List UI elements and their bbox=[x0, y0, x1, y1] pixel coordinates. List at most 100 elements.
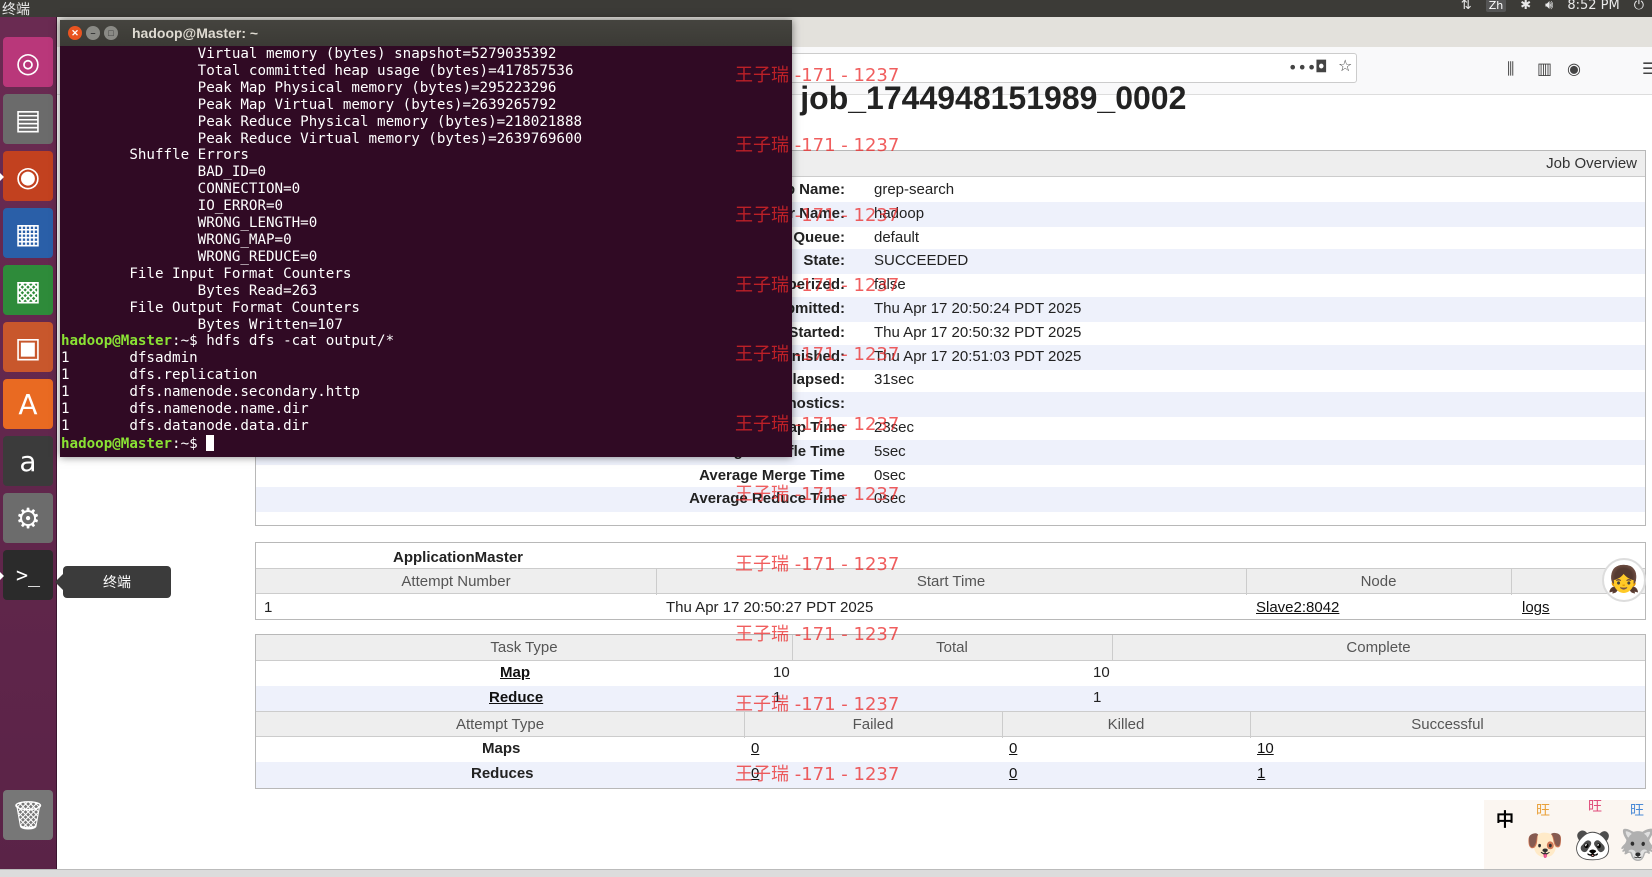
maximize-icon[interactable]: □ bbox=[104, 26, 118, 40]
launcher-ubuntu-button[interactable]: ◎ bbox=[3, 37, 53, 87]
pocket-icon[interactable]: ◘ bbox=[1315, 57, 1328, 76]
am-start-time: Thu Apr 17 20:50:27 PDT 2025 bbox=[666, 599, 874, 616]
terminal-line: BAD_ID=0 bbox=[61, 164, 266, 181]
launcher-terminal-button[interactable]: >_ bbox=[0, 550, 53, 600]
application-master-title: ApplicationMaster bbox=[393, 549, 524, 566]
maps-successful-link[interactable]: 10 bbox=[1257, 740, 1274, 757]
library-icon[interactable]: ⫼ bbox=[1507, 59, 1514, 79]
close-icon[interactable]: ✕ bbox=[68, 26, 82, 40]
terminal-command: hdfs dfs -cat output/* bbox=[206, 333, 395, 350]
terminal-prompt-line: hadoop@Master:~$ bbox=[61, 434, 792, 453]
clock[interactable]: 8:52 PM bbox=[1567, 0, 1619, 13]
terminal-icon: >_ bbox=[15, 563, 41, 587]
tasks-header-type: Task Type bbox=[490, 639, 558, 656]
reduces-killed-link[interactable]: 0 bbox=[1009, 765, 1017, 782]
attempt-type-maps: Maps bbox=[482, 740, 521, 757]
tasks-header-complete: Complete bbox=[1346, 639, 1411, 656]
menu-icon[interactable]: ☰ bbox=[1642, 59, 1652, 78]
task-row-map: Map 10 10 bbox=[256, 661, 1645, 686]
launcher-calc-button[interactable]: ▩ bbox=[3, 265, 53, 315]
terminal-line: Bytes Read=263 bbox=[61, 282, 318, 299]
account-icon[interactable]: ◉ bbox=[1567, 59, 1581, 78]
terminal-prompt-line: hadoop@Master:~$ hdfs dfs -cat output/* bbox=[61, 333, 792, 350]
bottom-status-bar bbox=[0, 869, 1652, 877]
decorative-sticker-image: 中 旺 旺 旺 🐶 🐼 🐺 bbox=[1484, 799, 1652, 872]
bookmark-star-icon[interactable]: ☆ bbox=[1338, 56, 1352, 75]
am-header-row: Attempt Number Start Time Node Logs bbox=[256, 568, 1645, 595]
launcher-trash-button[interactable]: 🗑 bbox=[3, 790, 53, 840]
terminal-output-line: 1 dfs.datanode.data.dir bbox=[61, 417, 309, 434]
am-logs-link[interactable]: logs bbox=[1522, 599, 1550, 616]
launcher-amazon-button[interactable]: a bbox=[3, 436, 53, 486]
software-center-icon: A bbox=[18, 387, 38, 421]
terminal-line: WRONG_LENGTH=0 bbox=[61, 215, 318, 232]
terminal-line: Peak Reduce Physical memory (bytes)=2180… bbox=[61, 113, 583, 130]
terminal-output-line: 1 dfsadmin bbox=[61, 350, 198, 367]
trash-icon: 🗑 bbox=[10, 798, 46, 832]
launcher-files-button[interactable]: ▤ bbox=[3, 94, 53, 144]
attempts-header-type: Attempt Type bbox=[455, 716, 545, 733]
terminal-line: WRONG_REDUCE=0 bbox=[61, 248, 318, 265]
bluetooth-icon[interactable]: ✱ bbox=[1520, 0, 1531, 13]
writer-icon: ▦ bbox=[14, 216, 42, 250]
input-method-indicator[interactable]: Zh bbox=[1485, 0, 1507, 12]
task-type-map-link[interactable]: Map bbox=[500, 664, 530, 681]
overview-value: 0sec bbox=[874, 490, 906, 508]
overview-key: Average Merge Time bbox=[699, 466, 845, 484]
maps-failed-link[interactable]: 0 bbox=[751, 740, 759, 757]
attempts-header-successful: Successful bbox=[1411, 716, 1484, 733]
terminal-line: Peak Reduce Virtual memory (bytes)=26397… bbox=[61, 130, 583, 147]
reduces-successful-link[interactable]: 1 bbox=[1257, 765, 1265, 782]
more-actions-icon[interactable]: ••• bbox=[1288, 58, 1316, 77]
launcher-impress-button[interactable]: ▣ bbox=[3, 322, 53, 372]
power-icon[interactable]: ⏻ bbox=[1634, 0, 1644, 13]
terminal-line: IO_ERROR=0 bbox=[61, 198, 284, 215]
overview-key: Queue: bbox=[793, 228, 845, 246]
overview-value: 0sec bbox=[874, 466, 906, 484]
task-type-reduce-link[interactable]: Reduce bbox=[489, 689, 543, 706]
impress-icon: ▣ bbox=[14, 330, 42, 364]
maps-killed-link[interactable]: 0 bbox=[1009, 740, 1017, 757]
running-indicator bbox=[0, 173, 4, 181]
task-reduce-total: 1 bbox=[773, 689, 782, 706]
system-top-bar: 终端 ⇅ Zh ✱ 🔊︎ 8:52 PM ⏻ bbox=[0, 0, 1652, 18]
overview-value: default bbox=[874, 228, 920, 246]
overview-row: Average Merge Time 0sec bbox=[256, 464, 1645, 489]
system-tray: ⇅ Zh ✱ 🔊︎ 8:52 PM ⏻ bbox=[1461, 0, 1644, 13]
overview-key: Started: bbox=[788, 323, 845, 341]
terminal-cursor[interactable] bbox=[206, 434, 215, 451]
attempt-type-reduces: Reduces bbox=[471, 765, 534, 782]
running-indicator bbox=[0, 572, 4, 580]
volume-icon[interactable]: 🔊︎ bbox=[1545, 0, 1553, 13]
launcher-tooltip: 终端 bbox=[55, 566, 171, 598]
attempt-row-reduces: Reduces 0 0 1 bbox=[256, 762, 1645, 788]
files-icon: ▤ bbox=[14, 102, 42, 136]
network-icon[interactable]: ⇅ bbox=[1461, 0, 1472, 13]
assistant-avatar-icon[interactable]: 👧 bbox=[1602, 558, 1646, 602]
terminal-window[interactable]: ✕ – □ hadoop@Master: ~ Virtual memory (b… bbox=[60, 20, 792, 457]
overview-value: 31sec bbox=[874, 371, 915, 389]
calc-icon: ▩ bbox=[14, 273, 42, 307]
am-attempt-number: 1 bbox=[264, 599, 273, 616]
launcher-software-center-button[interactable]: A bbox=[3, 379, 53, 429]
terminal-title: hadoop@Master: ~ bbox=[132, 25, 259, 41]
launcher-firefox-button[interactable]: ◉ bbox=[0, 151, 53, 201]
terminal-line: File Output Format Counters bbox=[61, 299, 360, 316]
application-master-table: ApplicationMaster Attempt Number Start T… bbox=[255, 542, 1646, 620]
terminal-titlebar[interactable]: ✕ – □ hadoop@Master: ~ bbox=[60, 20, 792, 46]
attempts-header-failed: Failed bbox=[852, 716, 894, 733]
launcher-writer-button[interactable]: ▦ bbox=[3, 208, 53, 258]
terminal-output[interactable]: Virtual memory (bytes) snapshot=52790353… bbox=[60, 46, 792, 453]
overview-value: hadoop bbox=[874, 204, 925, 222]
overview-value: Thu Apr 17 20:51:03 PDT 2025 bbox=[874, 347, 1082, 365]
minimize-icon[interactable]: – bbox=[86, 26, 100, 40]
sidebar-toggle-icon[interactable]: ▥ bbox=[1537, 59, 1552, 78]
reduces-failed-link[interactable]: 0 bbox=[751, 765, 759, 782]
terminal-line: WRONG_MAP=0 bbox=[61, 231, 292, 248]
ubuntu-icon: ◎ bbox=[15, 45, 41, 79]
attempts-header-killed: Killed bbox=[1107, 716, 1145, 733]
launcher-settings-button[interactable]: ⚙ bbox=[3, 493, 53, 543]
amazon-icon: a bbox=[19, 444, 37, 478]
am-node-link[interactable]: Slave2:8042 bbox=[1256, 599, 1339, 616]
url-bar[interactable]: ••• ◘ ☆ bbox=[717, 53, 1357, 83]
